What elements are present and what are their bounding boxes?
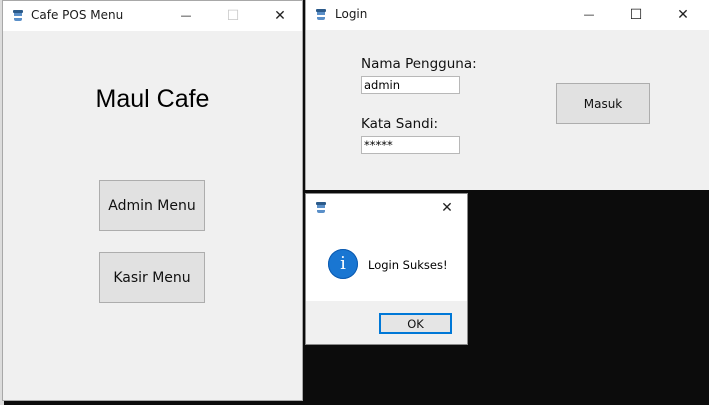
admin-menu-button[interactable]: Admin Menu	[99, 180, 205, 231]
maximize-button: ☐	[226, 8, 240, 24]
password-label: Kata Sandi:	[361, 116, 439, 132]
minimize-button[interactable]: —	[566, 0, 612, 30]
info-icon-glyph: i	[340, 253, 346, 274]
close-button[interactable]: ✕	[660, 0, 706, 30]
dialog-message: Login Sukses!	[368, 258, 448, 272]
maximize-button[interactable]: ☐	[613, 0, 659, 30]
ok-button[interactable]: OK	[379, 313, 452, 334]
login-titlebar[interactable]: Login — ☐ ✕	[306, 0, 709, 30]
login-window-title: Login	[335, 7, 368, 21]
menu-window-title: Cafe POS Menu	[31, 8, 124, 22]
menu-titlebar[interactable]: Cafe POS Menu — ☐ ✕	[3, 1, 302, 31]
login-success-dialog: ✕ i Login Sukses! OK	[305, 193, 468, 345]
cafe-cup-icon	[13, 10, 23, 22]
cafe-cup-icon	[316, 202, 326, 214]
cafe-pos-menu-window: Cafe POS Menu — ☐ ✕ Maul Cafe Admin Menu…	[2, 0, 303, 401]
close-button[interactable]: ✕	[257, 1, 303, 31]
cafe-heading: Maul Cafe	[95, 85, 210, 113]
username-label: Nama Pengguna:	[361, 56, 477, 72]
info-icon: i	[328, 249, 358, 279]
cafe-cup-icon	[316, 9, 326, 21]
kasir-menu-button[interactable]: Kasir Menu	[99, 252, 205, 303]
username-input[interactable]: admin	[361, 76, 460, 94]
masuk-button[interactable]: Masuk	[556, 83, 650, 124]
minimize-button[interactable]: —	[163, 1, 209, 31]
dialog-close-button[interactable]: ✕	[428, 194, 466, 222]
login-window: Login — ☐ ✕ Nama Pengguna: admin Kata Sa…	[305, 0, 709, 190]
password-input[interactable]: *****	[361, 136, 460, 154]
